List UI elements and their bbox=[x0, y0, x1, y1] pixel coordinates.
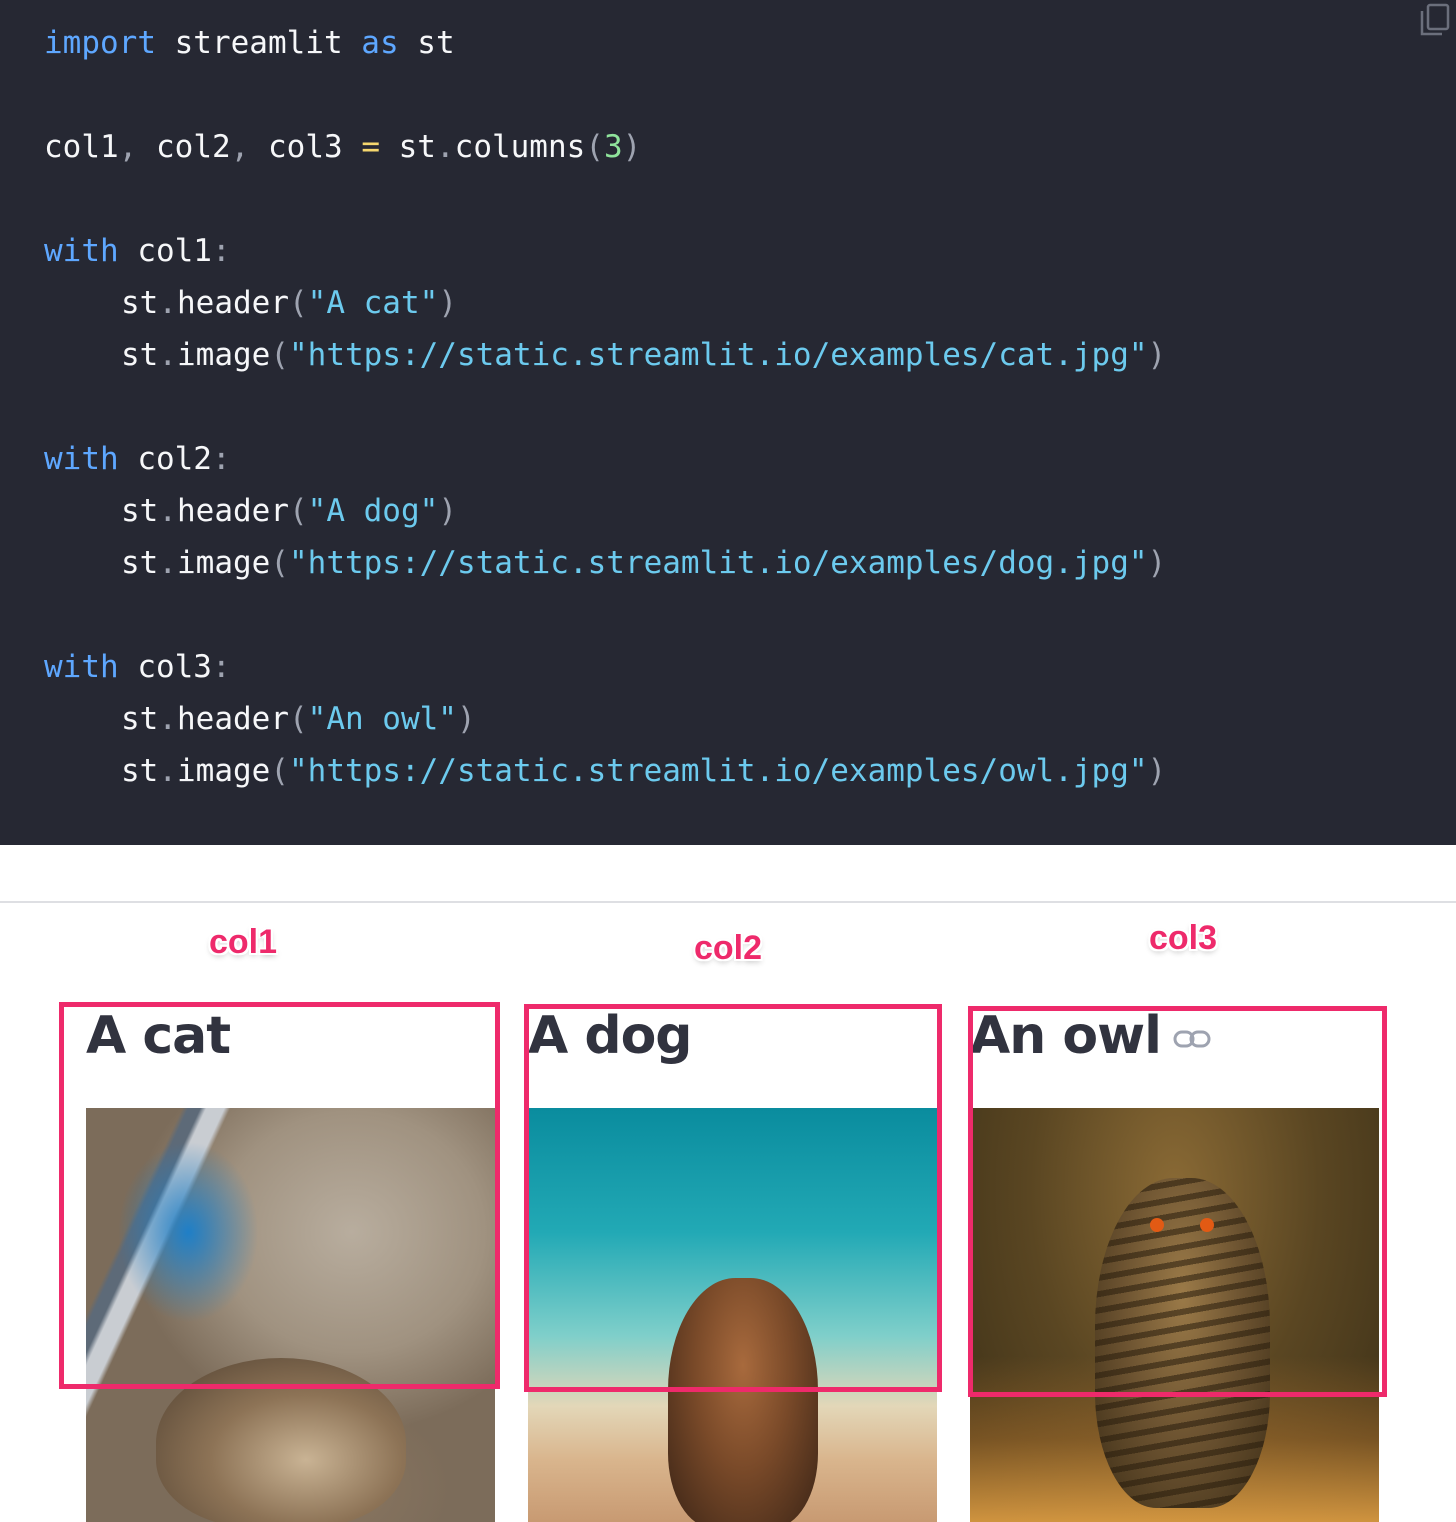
code-token: header bbox=[177, 701, 289, 737]
code-token: st bbox=[121, 285, 159, 321]
code-token: st bbox=[121, 337, 159, 373]
code-token: ) bbox=[1147, 545, 1167, 581]
code-token: . bbox=[158, 493, 177, 529]
annotation-box-col1 bbox=[59, 1002, 500, 1389]
code-token: image bbox=[177, 337, 271, 373]
code-token: columns bbox=[454, 129, 586, 165]
code-token: . bbox=[158, 753, 177, 789]
code-line: st.header("A cat") bbox=[44, 277, 1166, 329]
annotation-col2: col2 bbox=[694, 929, 763, 967]
code-token: ( bbox=[270, 545, 289, 581]
code-token: image bbox=[177, 753, 271, 789]
code-token: . bbox=[158, 545, 177, 581]
code-token: st bbox=[379, 129, 436, 165]
code-token: . bbox=[158, 701, 177, 737]
code-token: "https://static.streamlit.io/examples/ow… bbox=[289, 753, 1148, 789]
code-token: st bbox=[121, 753, 159, 789]
code-token: : bbox=[211, 649, 231, 685]
code-token: col2 bbox=[118, 441, 212, 477]
code-line: st.image("https://static.streamlit.io/ex… bbox=[44, 537, 1166, 589]
code-line: col1, col2, col3 = st.columns(3) bbox=[44, 121, 1166, 173]
code-token: st bbox=[121, 493, 159, 529]
code-line: with col1: bbox=[44, 225, 1166, 277]
code-token: ( bbox=[270, 753, 289, 789]
code-token: header bbox=[177, 285, 289, 321]
code-token: "https://static.streamlit.io/examples/ca… bbox=[289, 337, 1148, 373]
annotation-col3: col3 bbox=[1149, 919, 1218, 957]
code-token: . bbox=[158, 337, 177, 373]
code-token: col2 bbox=[137, 129, 231, 165]
code-line: st.image("https://static.streamlit.io/ex… bbox=[44, 745, 1166, 797]
code-token: image bbox=[177, 545, 271, 581]
code-token: header bbox=[177, 493, 289, 529]
code-line: st.header("An owl") bbox=[44, 693, 1166, 745]
code-token: ) bbox=[1147, 337, 1167, 373]
code-token: 3 bbox=[603, 129, 623, 165]
code-token: , bbox=[230, 129, 250, 165]
code-token: "https://static.streamlit.io/examples/do… bbox=[289, 545, 1148, 581]
copy-icon[interactable] bbox=[1418, 2, 1452, 38]
annotation-box-col3 bbox=[968, 1006, 1387, 1397]
code-token: col1 bbox=[118, 233, 212, 269]
code-token: . bbox=[435, 129, 455, 165]
code-token: : bbox=[211, 441, 231, 477]
code-token: st bbox=[398, 25, 455, 61]
code-token: ) bbox=[622, 129, 642, 165]
code-listing: import streamlit as st col1, col2, col3 … bbox=[44, 0, 1166, 797]
code-line: import streamlit as st bbox=[44, 17, 1166, 69]
code-token: ) bbox=[1147, 753, 1167, 789]
code-token: "A dog" bbox=[307, 493, 439, 529]
code-token: : bbox=[211, 233, 231, 269]
code-token: with bbox=[44, 441, 119, 477]
code-line: st.header("A dog") bbox=[44, 485, 1166, 537]
code-token: st bbox=[121, 701, 159, 737]
code-block: import streamlit as st col1, col2, col3 … bbox=[0, 0, 1456, 845]
code-token: "An owl" bbox=[307, 701, 457, 737]
code-token: ( bbox=[270, 337, 289, 373]
code-token: ) bbox=[456, 701, 476, 737]
code-token: with bbox=[44, 649, 119, 685]
code-line: st.image("https://static.streamlit.io/ex… bbox=[44, 329, 1166, 381]
code-token: as bbox=[361, 25, 399, 61]
code-token: ) bbox=[438, 285, 457, 321]
code-token: ( bbox=[288, 493, 308, 529]
code-token: col3 bbox=[249, 129, 362, 165]
annotation-box-col2 bbox=[524, 1004, 942, 1392]
code-token: ( bbox=[288, 285, 308, 321]
annotation-col1: col1 bbox=[209, 923, 278, 961]
code-token: . bbox=[158, 285, 177, 321]
divider bbox=[0, 901, 1456, 903]
code-token: ( bbox=[288, 701, 308, 737]
code-token: st bbox=[121, 545, 159, 581]
code-token: , bbox=[118, 129, 138, 165]
code-token: col3 bbox=[118, 649, 212, 685]
code-line: with col3: bbox=[44, 641, 1166, 693]
code-token: import bbox=[44, 25, 156, 61]
code-token: = bbox=[361, 129, 380, 165]
code-line: with col2: bbox=[44, 433, 1166, 485]
code-token: with bbox=[44, 233, 119, 269]
streamlit-output: col1 col2 col3 A cat A dog An owl bbox=[0, 845, 1456, 1522]
code-token: ) bbox=[438, 493, 457, 529]
code-token: ( bbox=[585, 129, 604, 165]
code-token: streamlit bbox=[155, 25, 362, 61]
code-token: "A cat" bbox=[307, 285, 439, 321]
code-token: col1 bbox=[44, 129, 119, 165]
